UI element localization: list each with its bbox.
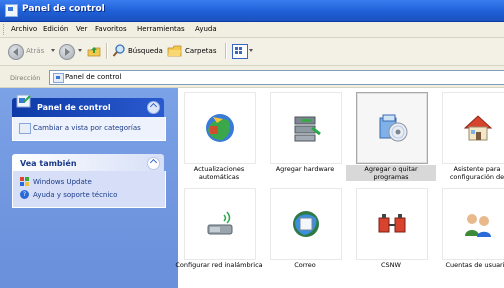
back-dropdown-icon[interactable] bbox=[51, 49, 55, 52]
collapse-chevron-icon[interactable] bbox=[147, 101, 160, 114]
menu-edit[interactable]: Edición bbox=[43, 25, 68, 33]
views-icon[interactable] bbox=[232, 44, 248, 59]
back-arrow-icon[interactable] bbox=[8, 44, 24, 60]
csnw-icon bbox=[378, 214, 406, 233]
window-title: Panel de control bbox=[22, 4, 105, 14]
tile-frame[interactable] bbox=[356, 92, 428, 164]
item-label: Agregar o quitar programas bbox=[346, 165, 436, 181]
views-dropdown-icon[interactable] bbox=[249, 49, 253, 52]
up-folder-icon[interactable] bbox=[87, 44, 101, 58]
search-button-label[interactable]: Búsqueda bbox=[128, 47, 163, 55]
user-accounts-icon bbox=[465, 214, 491, 237]
item-label: Agregar hardware bbox=[275, 165, 335, 173]
address-field[interactable]: Panel de control bbox=[49, 70, 504, 85]
switch-view-link[interactable]: Cambiar a vista por categorías bbox=[33, 124, 141, 132]
toolbar-separator bbox=[106, 43, 108, 59]
see-also-section-header[interactable]: Vea también bbox=[12, 154, 164, 171]
tile-frame[interactable] bbox=[270, 92, 342, 164]
add-remove-programs-icon bbox=[379, 114, 408, 142]
folders-icon[interactable] bbox=[167, 44, 182, 58]
switch-view-icon bbox=[19, 123, 31, 134]
tile-frame[interactable] bbox=[270, 188, 342, 260]
see-also-title: Vea también bbox=[20, 159, 77, 168]
collapse-chevron-icon[interactable] bbox=[147, 157, 160, 170]
folders-button-label[interactable]: Carpetas bbox=[185, 47, 217, 55]
title-bar: Panel de control bbox=[0, 0, 504, 22]
item-label: Configurar red inalámbrica bbox=[175, 261, 263, 269]
search-icon[interactable] bbox=[112, 43, 126, 58]
control-panel-icon bbox=[53, 73, 64, 83]
menu-file[interactable]: Archivo bbox=[11, 25, 37, 33]
control-panel-items: Actualizaciones automáticas Agregar hard… bbox=[175, 88, 504, 288]
task-pane: Panel de control Cambiar a vista por cat… bbox=[0, 88, 178, 288]
menu-favorites[interactable]: Favoritos bbox=[95, 25, 127, 33]
menu-help[interactable]: Ayuda bbox=[195, 25, 217, 33]
toolbar: Atrás Búsqueda Carpetas bbox=[0, 38, 504, 66]
forward-dropdown-icon[interactable] bbox=[78, 49, 82, 52]
control-panel-icon bbox=[16, 93, 32, 109]
tile-frame[interactable] bbox=[184, 188, 256, 260]
control-panel-section-body: Cambiar a vista por categorías bbox=[12, 117, 166, 141]
address-label: Dirección bbox=[10, 74, 41, 82]
tile-frame[interactable] bbox=[356, 188, 428, 260]
mail-icon bbox=[293, 211, 319, 237]
forward-arrow-icon[interactable] bbox=[59, 44, 75, 60]
windows-update-icon bbox=[20, 177, 29, 186]
item-label: Cuentas de usuario bbox=[445, 261, 504, 269]
wireless-network-icon bbox=[207, 211, 233, 235]
menu-view[interactable]: Ver bbox=[76, 25, 87, 33]
address-bar: Dirección Panel de control bbox=[0, 66, 504, 88]
tile-frame[interactable] bbox=[442, 188, 504, 260]
automatic-updates-icon bbox=[206, 114, 234, 142]
help-icon: ? bbox=[20, 190, 29, 199]
control-panel-icon bbox=[5, 4, 18, 17]
menu-tools[interactable]: Herramientas bbox=[137, 25, 185, 33]
tile-frame[interactable] bbox=[442, 92, 504, 164]
toolbar-grip[interactable] bbox=[3, 24, 6, 35]
address-value: Panel de control bbox=[65, 73, 122, 81]
see-also-section-body: Windows Update ? Ayuda y soporte técnico bbox=[12, 171, 166, 208]
windows-update-link[interactable]: Windows Update bbox=[33, 178, 92, 186]
item-label: CSNW bbox=[381, 261, 401, 269]
back-button-label[interactable]: Atrás bbox=[26, 47, 44, 55]
add-hardware-icon bbox=[294, 116, 321, 142]
network-setup-icon bbox=[463, 115, 493, 141]
control-panel-section-header[interactable]: Panel de control bbox=[12, 94, 164, 117]
panel-title: Panel de control bbox=[37, 103, 111, 112]
item-label: Asistente para configuración de bbox=[449, 165, 504, 181]
tile-frame[interactable] bbox=[184, 92, 256, 164]
item-label: Correo bbox=[294, 261, 316, 269]
toolbar-separator bbox=[225, 43, 227, 59]
item-label: Actualizaciones automáticas bbox=[193, 165, 245, 181]
menu-bar: Archivo Edición Ver Favoritos Herramient… bbox=[0, 22, 504, 38]
help-support-link[interactable]: Ayuda y soporte técnico bbox=[33, 191, 117, 199]
